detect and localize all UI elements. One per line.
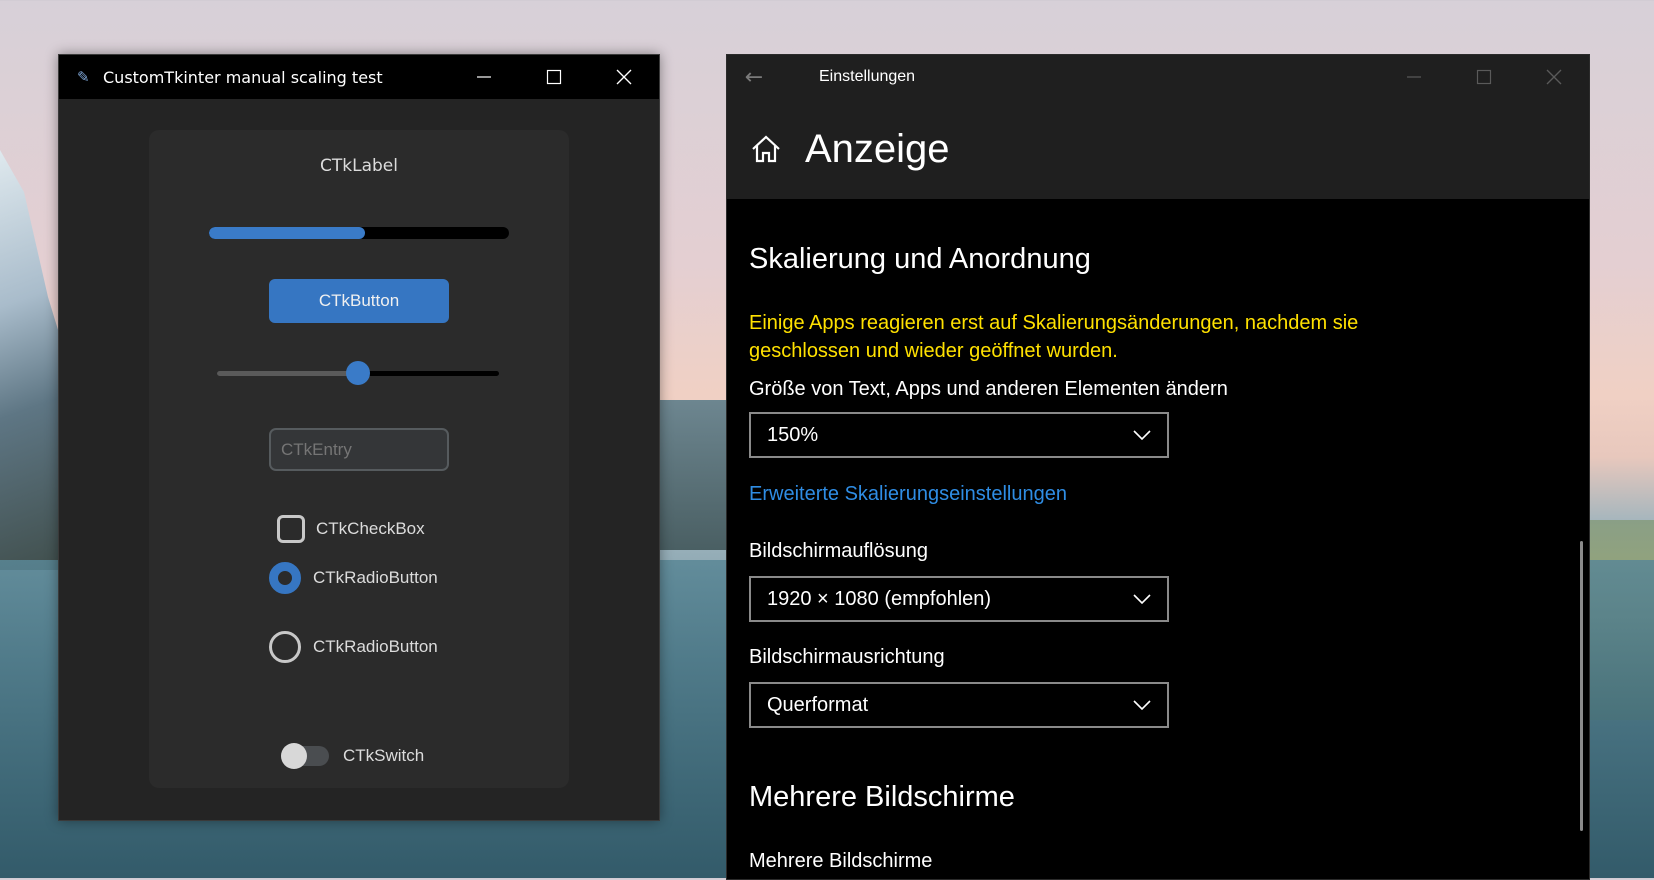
settings-maximize-button[interactable] [1449, 55, 1519, 99]
resolution-label: Bildschirmauflösung [749, 540, 928, 562]
chevron-down-icon [1133, 430, 1151, 440]
switch-knob [281, 743, 307, 769]
ctk-radio-button-1[interactable]: CTkRadioButton [269, 562, 438, 594]
switch-label: CTkSwitch [343, 746, 425, 765]
radio-label-2: CTkRadioButton [313, 637, 438, 656]
minimize-button[interactable] [449, 55, 519, 99]
ctk-window-title: CustomTkinter manual scaling test [103, 67, 383, 87]
multi-display-label: Mehrere Bildschirme [749, 850, 933, 872]
section-title-scaling: Skalierung und Anordnung [749, 243, 1091, 275]
resolution-dropdown[interactable]: 1920 × 1080 (empfohlen) [749, 576, 1169, 622]
background-island [650, 400, 730, 550]
slider-handle[interactable] [346, 361, 370, 385]
checkbox-label: CTkCheckBox [316, 519, 425, 538]
feather-icon: ✎ [77, 68, 90, 86]
ctk-window: ✎ CustomTkinter manual scaling test CTkL… [58, 54, 660, 821]
orientation-label: Bildschirmausrichtung [749, 646, 945, 668]
minimize-icon [1407, 76, 1421, 78]
radio-label-1: CTkRadioButton [313, 568, 438, 587]
chevron-down-icon [1133, 594, 1151, 604]
scaling-warning: Einige Apps reagieren erst auf Skalierun… [749, 312, 1359, 362]
scale-dropdown[interactable]: 150% [749, 412, 1169, 458]
settings-minimize-button[interactable] [1379, 55, 1449, 99]
home-icon[interactable] [749, 132, 783, 166]
slider-filled-track [217, 371, 358, 376]
settings-close-button[interactable] [1519, 55, 1589, 99]
scale-value: 150% [767, 423, 819, 446]
ctk-entry[interactable] [269, 428, 449, 471]
maximize-icon [546, 69, 562, 85]
checkbox-box[interactable] [277, 515, 305, 543]
maximize-icon [1476, 69, 1492, 85]
settings-titlebar[interactable]: ← Einstellungen [727, 55, 1589, 99]
radio-selected[interactable] [269, 562, 301, 594]
settings-window: ← Einstellungen Anzeige Skalierung und A… [726, 54, 1590, 880]
section-title-multi-display: Mehrere Bildschirme [749, 781, 1015, 813]
slider[interactable] [217, 361, 499, 385]
ctk-switch[interactable]: CTkSwitch [281, 743, 425, 769]
radio-unselected[interactable] [269, 631, 301, 663]
scale-label: Größe von Text, Apps und anderen Element… [749, 378, 1228, 400]
ctk-button[interactable]: CTkButton [269, 279, 449, 323]
close-icon [1546, 69, 1562, 85]
back-arrow-icon[interactable]: ← [727, 65, 781, 90]
close-button[interactable] [589, 55, 659, 99]
close-icon [616, 69, 632, 85]
resolution-value: 1920 × 1080 (empfohlen) [767, 587, 992, 610]
settings-window-title: Einstellungen [819, 68, 916, 85]
minimize-icon [477, 76, 491, 78]
ctk-radio-button-2[interactable]: CTkRadioButton [269, 631, 438, 663]
progress-fill [209, 227, 365, 239]
ctk-label: CTkLabel [320, 156, 398, 176]
ctk-titlebar[interactable]: ✎ CustomTkinter manual scaling test [59, 55, 659, 99]
ctk-frame: CTkLabel CTkButton CTkCheckBox CTkRadioB… [149, 130, 569, 788]
chevron-down-icon [1133, 700, 1151, 710]
ctk-checkbox[interactable]: CTkCheckBox [277, 515, 425, 543]
orientation-value: Querformat [767, 693, 869, 716]
page-title: Anzeige [805, 126, 950, 171]
maximize-button[interactable] [519, 55, 589, 99]
advanced-scaling-link[interactable]: Erweiterte Skalierungseinstellungen [749, 483, 1067, 506]
switch-track[interactable] [281, 743, 329, 769]
scrollbar[interactable] [1580, 541, 1583, 831]
orientation-dropdown[interactable]: Querformat [749, 682, 1169, 728]
progress-bar [209, 227, 509, 239]
settings-header: Anzeige [727, 99, 1589, 199]
